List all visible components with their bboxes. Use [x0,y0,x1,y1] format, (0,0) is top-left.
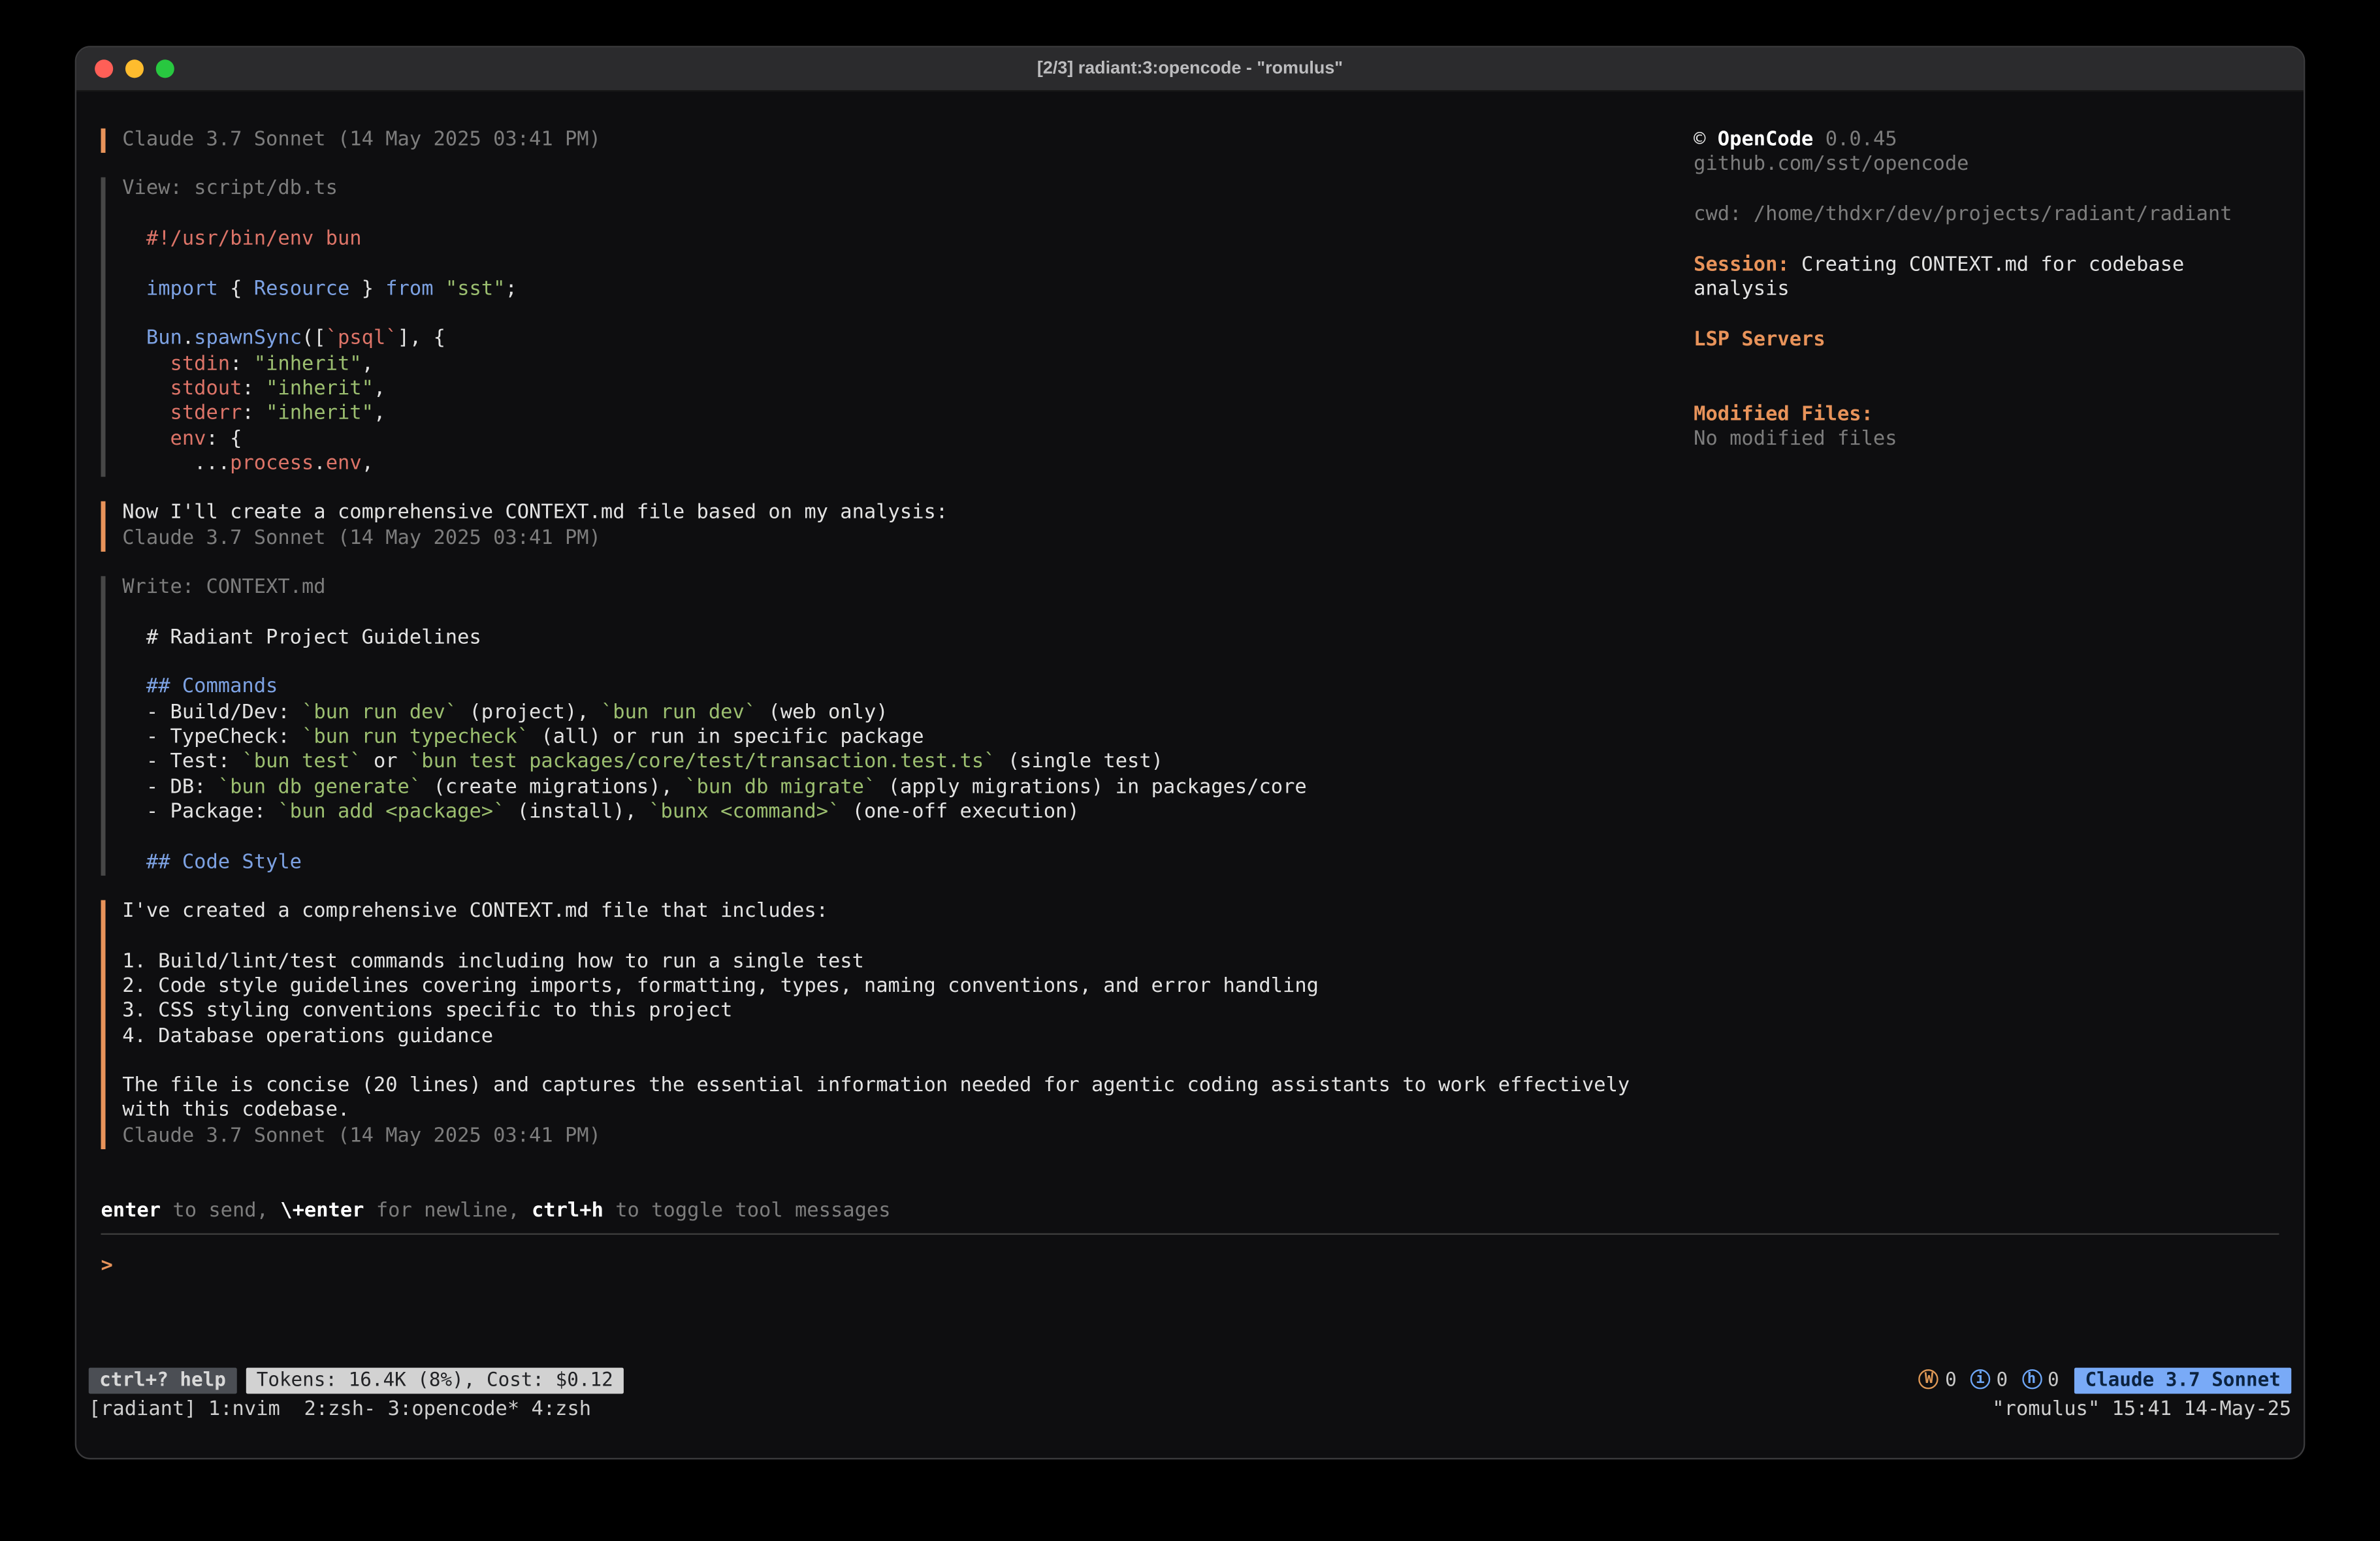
content-row: Claude 3.7 Sonnet (14 May 2025 03:41 PM)… [101,129,2279,1200]
text-line: - Package: `bun add <package>` (install)… [122,801,1663,825]
status-bar: ctrl+? help Tokens: 16.4K (8%), Cost: $0… [89,1366,2292,1393]
text-line: Claude 3.7 Sonnet (14 May 2025 03:41 PM) [122,129,1663,153]
text-line: Claude 3.7 Sonnet (14 May 2025 03:41 PM) [122,1124,1663,1149]
text-line: - TypeCheck: `bun run typecheck` (all) o… [122,725,1663,750]
prompt-symbol: > [101,1254,112,1277]
spacer [101,1280,2279,1366]
input-divider [101,1233,2279,1235]
text-line: - Build/Dev: `bun run dev` (project), `b… [122,701,1663,725]
text-line: github.com/sst/opencode [1694,153,2279,178]
text-line: Claude 3.7 Sonnet (14 May 2025 03:41 PM) [122,526,1663,551]
tokens-cost-badge: Tokens: 16.4K (8%), Cost: $0.12 [246,1367,624,1393]
text-line [122,825,1663,850]
text-line: 1. Build/lint/test commands including ho… [122,950,1663,975]
warnings-icon: W [1919,1370,1938,1390]
text-line: I've created a comprehensive CONTEXT.md … [122,900,1663,925]
text-line [122,651,1663,676]
diagnostic-hints: h0 [2021,1367,2059,1392]
help-badge[interactable]: ctrl+? help [89,1367,237,1393]
text-line [122,302,1663,327]
screen: [2/3] radiant:3:opencode - "romulus" Cla… [0,0,2380,1540]
text-line: 2. Code style guidelines covering import… [122,975,1663,1000]
text-line: The file is concise (20 lines) and captu… [122,1075,1663,1100]
text-line: Now I'll create a comprehensive CONTEXT.… [122,501,1663,526]
text-line: #!/usr/bin/env bun [122,228,1663,253]
text-line: © OpenCode 0.0.45 [1694,129,2279,153]
tool-block: View: script/db.ts #!/usr/bin/env bun im… [101,178,1663,477]
session-sidebar: © OpenCode 0.0.45github.com/sst/opencode… [1694,129,2279,1200]
text-line [1694,178,2279,203]
tool-block: Write: CONTEXT.md # Radiant Project Guid… [101,576,1663,876]
text-line [1694,378,2279,403]
assistant-message: Now I'll create a comprehensive CONTEXT.… [101,501,1663,551]
diagnostics: W0 i0 h0 [1919,1367,2059,1392]
text-line: stdout: "inherit", [122,377,1663,402]
text-line: env: { [122,427,1663,452]
text-line [1694,303,2279,328]
text-line: Bun.spawnSync([`psql`], { [122,328,1663,353]
text-line: cwd: /home/thdxr/dev/projects/radiant/ra… [1694,203,2279,228]
text-line: stderr: "inherit", [122,402,1663,427]
text-line: import { Resource } from "sst"; [122,278,1663,302]
terminal-content: Claude 3.7 Sonnet (14 May 2025 03:41 PM)… [76,91,2304,1459]
diagnostic-info: i0 [1970,1367,2008,1392]
text-line [1694,228,2279,253]
diagnostic-warnings: W0 [1919,1367,1956,1392]
text-line [122,1049,1663,1074]
conversation: Claude 3.7 Sonnet (14 May 2025 03:41 PM)… [101,129,1694,1200]
prompt-input[interactable]: > [101,1254,2279,1280]
text-line: Session: Creating CONTEXT.md for codebas… [1694,253,2279,278]
text-line: enter to send, \+enter for newline, ctrl… [101,1199,2279,1224]
text-line: with this codebase. [122,1100,1663,1124]
assistant-message: Claude 3.7 Sonnet (14 May 2025 03:41 PM) [101,129,1663,153]
text-line: # Radiant Project Guidelines [122,626,1663,651]
text-line: ...process.env, [122,453,1663,477]
assistant-message: I've created a comprehensive CONTEXT.md … [101,900,1663,1149]
status-right: W0 i0 h0 Claude 3.7 Sonnet [1919,1367,2291,1393]
text-line [1694,353,2279,378]
text-line [122,925,1663,949]
tmux-session-info: "romulus" 15:41 14-May-25 [1992,1398,2291,1424]
tmux-status-bar: [radiant] 1:nvim 2:zsh- 3:opencode* 4:zs… [89,1398,2292,1424]
text-line: LSP Servers [1694,328,2279,353]
text-line: Modified Files: [1694,403,2279,428]
text-line: - DB: `bun db generate` (create migratio… [122,776,1663,801]
text-line: No modified files [1694,428,2279,453]
tmux-window-list[interactable]: [radiant] 1:nvim 2:zsh- 3:opencode* 4:zs… [89,1398,591,1424]
text-line: 3. CSS styling conventions specific to t… [122,1000,1663,1025]
info-icon: i [1970,1370,1990,1390]
window-titlebar: [2/3] radiant:3:opencode - "romulus" [76,48,2304,92]
hints-icon: h [2021,1370,2041,1390]
model-badge[interactable]: Claude 3.7 Sonnet [2074,1367,2291,1393]
text-line: analysis [1694,278,2279,303]
text-line: View: script/db.ts [122,178,1663,202]
text-line: stdin: "inherit", [122,353,1663,377]
terminal-window: [2/3] radiant:3:opencode - "romulus" Cla… [75,46,2306,1459]
text-line: ## Commands [122,676,1663,701]
text-line: ## Code Style [122,851,1663,876]
window-title: [2/3] radiant:3:opencode - "romulus" [76,59,2304,78]
keybind-help: enter to send, \+enter for newline, ctrl… [101,1199,2279,1226]
text-line: - Test: `bun test` or `bun test packages… [122,751,1663,776]
text-line [122,202,1663,227]
text-line: Write: CONTEXT.md [122,576,1663,601]
text-line: 4. Database operations guidance [122,1025,1663,1049]
text-line [122,253,1663,278]
text-line [122,601,1663,626]
